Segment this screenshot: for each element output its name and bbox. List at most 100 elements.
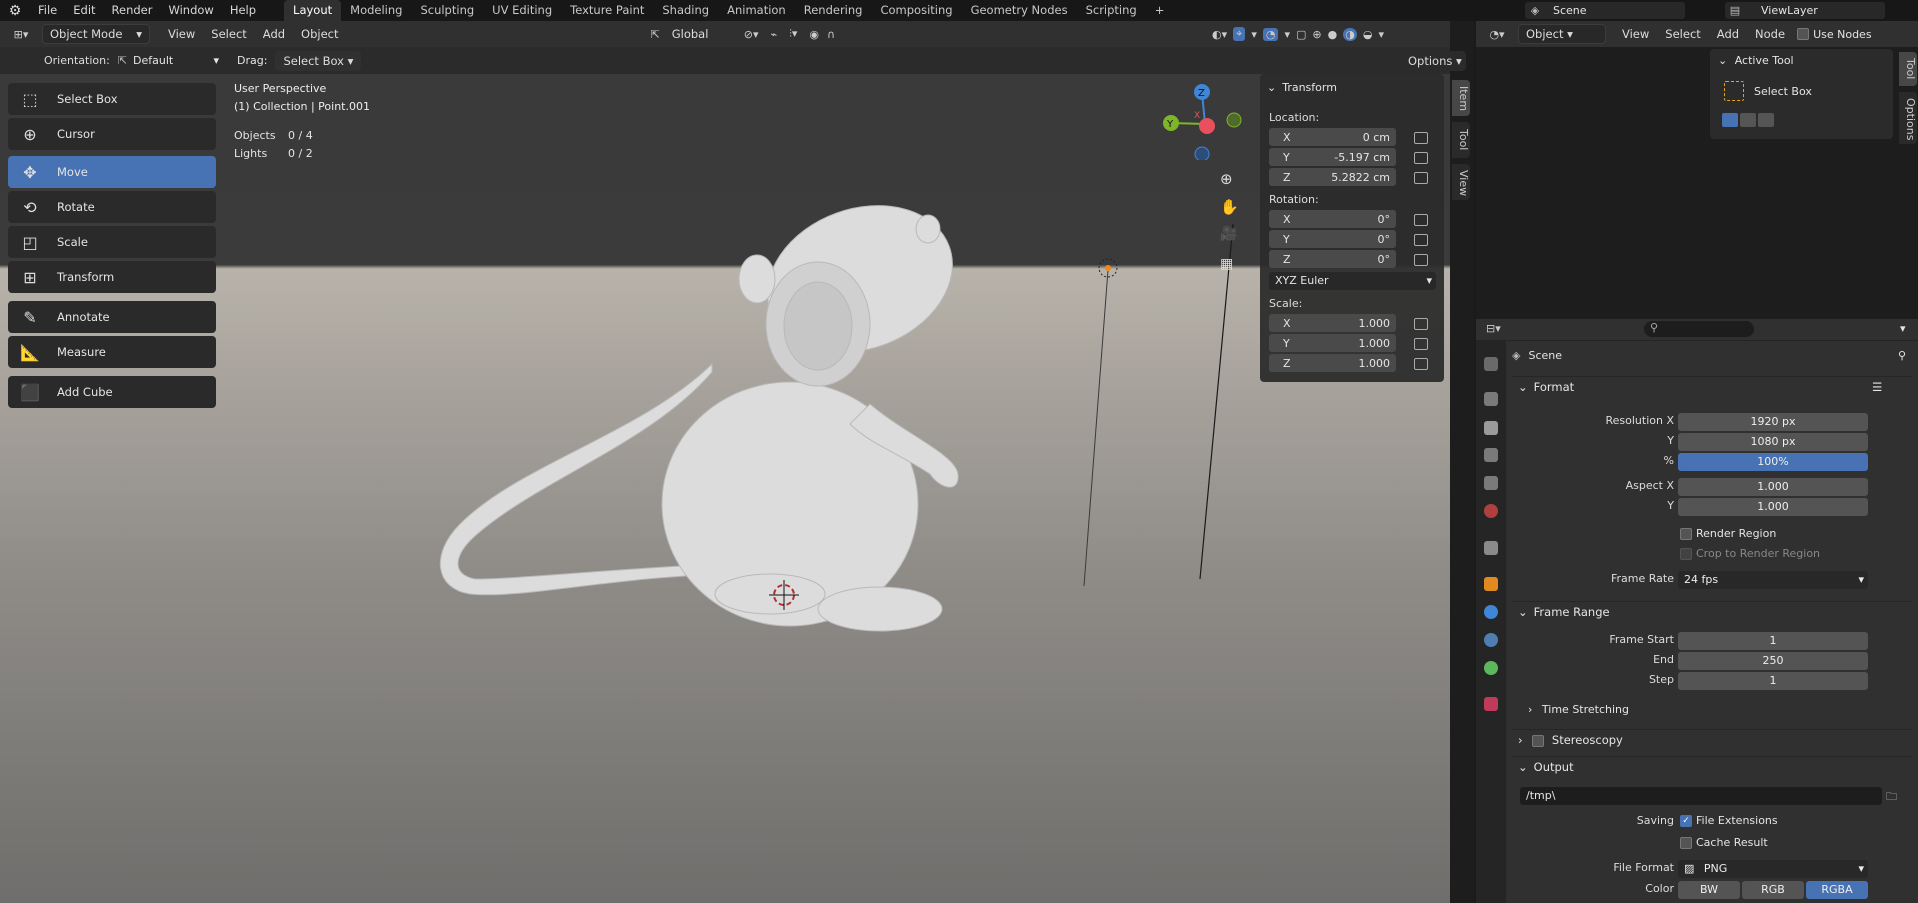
tab-uv-editing[interactable]: UV Editing — [483, 0, 561, 21]
properties-editor-type-icon[interactable]: ⊟▾ — [1486, 322, 1501, 335]
output-path-input[interactable]: /tmp\ — [1520, 787, 1882, 805]
use-nodes-checkbox[interactable] — [1797, 28, 1810, 40]
node-object-dropdown[interactable]: Object ▾ — [1518, 24, 1606, 44]
scene-selector[interactable]: ◈ Scene — [1525, 2, 1685, 19]
add-workspace-button[interactable]: + — [1146, 0, 1174, 21]
viewport-menu-object[interactable]: Object — [293, 27, 346, 41]
crop-region-checkbox[interactable] — [1680, 548, 1692, 560]
view-layer-selector[interactable]: ▤ ViewLayer — [1725, 2, 1885, 19]
lock-icon[interactable] — [1414, 318, 1428, 330]
shading-dropdown-icon[interactable]: ▾ — [1378, 28, 1384, 41]
tab-layout[interactable]: Layout — [284, 0, 342, 21]
scale-x-field[interactable]: X 1.000 — [1269, 314, 1396, 332]
lock-icon[interactable] — [1414, 234, 1428, 246]
scale-z-field[interactable]: Z 1.000 — [1269, 354, 1396, 372]
node-side-tab-options[interactable]: Options — [1899, 92, 1917, 144]
render-properties-icon[interactable] — [1484, 392, 1498, 406]
node-menu-select[interactable]: Select — [1657, 27, 1708, 41]
tool-add-cube[interactable]: ⬛ Add Cube — [8, 376, 216, 408]
node-menu-node[interactable]: Node — [1747, 27, 1793, 41]
menu-edit[interactable]: Edit — [65, 0, 103, 21]
select-mode-subtract-icon[interactable] — [1758, 113, 1774, 127]
drag-dropdown[interactable]: Select Box ▾ — [275, 50, 362, 71]
aspect-y-field[interactable]: 1.000 — [1678, 498, 1868, 516]
3d-viewport[interactable]: User Perspective (1) Collection | Point.… — [0, 74, 1450, 903]
select-mode-extend-icon[interactable] — [1740, 113, 1756, 127]
viewport-menu-add[interactable]: Add — [255, 27, 293, 41]
menu-window[interactable]: Window — [160, 0, 221, 21]
rotation-x-field[interactable]: X 0° — [1269, 210, 1396, 228]
material-shading-icon[interactable]: ◑ — [1343, 27, 1357, 41]
tool-transform[interactable]: ⊞ Transform — [8, 261, 216, 293]
tool-properties-icon[interactable] — [1484, 357, 1498, 371]
tab-texture-paint[interactable]: Texture Paint — [561, 0, 653, 21]
scene-properties-icon[interactable] — [1484, 476, 1498, 490]
viewport-menu-select[interactable]: Select — [203, 27, 254, 41]
file-extensions-checkbox[interactable]: ✓ — [1680, 815, 1692, 827]
lock-icon[interactable] — [1414, 152, 1428, 164]
tab-geometry-nodes[interactable]: Geometry Nodes — [962, 0, 1077, 21]
output-section-header[interactable]: ⌄ Output — [1512, 756, 1912, 776]
overlay-dropdown-icon[interactable]: ▾ — [1284, 28, 1290, 41]
tab-scripting[interactable]: Scripting — [1077, 0, 1146, 21]
gizmo-toggle-icon[interactable]: ⌖ — [1233, 27, 1246, 41]
node-editor-type-icon[interactable]: ◔▾ — [1476, 28, 1518, 41]
frame-rate-dropdown[interactable]: 24 fps ▾ — [1678, 571, 1868, 589]
location-z-field[interactable]: Z 5.2822 cm — [1269, 168, 1396, 186]
proportional-edit-icon[interactable]: ◉ — [805, 28, 823, 41]
gizmo-dropdown-icon[interactable]: ▾ — [1251, 28, 1257, 41]
side-tab-tool[interactable]: Tool — [1452, 122, 1470, 158]
orientation-dropdown[interactable]: Default ▾ — [127, 54, 219, 67]
lock-icon[interactable] — [1414, 358, 1428, 370]
lock-icon[interactable] — [1414, 338, 1428, 350]
ortho-grid-icon[interactable]: ▦ — [1220, 256, 1233, 272]
folder-icon[interactable]: 🗀 — [1886, 788, 1897, 807]
tool-measure[interactable]: 📐 Measure — [8, 336, 216, 368]
menu-render[interactable]: Render — [104, 0, 161, 21]
chevron-down-icon[interactable]: ▾ — [1900, 322, 1906, 335]
tool-annotate[interactable]: ✎ Annotate — [8, 301, 216, 333]
rotation-mode-dropdown[interactable]: XYZ Euler ▾ — [1269, 272, 1436, 290]
rotation-z-field[interactable]: Z 0° — [1269, 250, 1396, 268]
tool-move[interactable]: ✥ Move — [8, 156, 216, 188]
tool-rotate[interactable]: ⟲ Rotate — [8, 191, 216, 223]
resolution-x-field[interactable]: 1920 px — [1678, 413, 1868, 431]
color-bw-button[interactable]: BW — [1678, 881, 1740, 899]
side-tab-item[interactable]: Item — [1452, 80, 1470, 116]
constraints-properties-icon[interactable] — [1484, 633, 1498, 647]
resolution-percent-field[interactable]: 100% — [1678, 453, 1868, 471]
render-region-checkbox[interactable] — [1680, 528, 1692, 540]
world-properties-icon[interactable] — [1484, 504, 1498, 518]
camera-view-icon[interactable]: 🎥 — [1220, 226, 1237, 242]
object-properties-icon[interactable] — [1484, 577, 1498, 591]
viewport-menu-view[interactable]: View — [160, 27, 203, 41]
menu-help[interactable]: Help — [222, 0, 264, 21]
format-section-header[interactable]: ⌄ Format ☰ — [1512, 376, 1912, 396]
location-x-field[interactable]: X 0 cm — [1269, 128, 1396, 146]
tab-shading[interactable]: Shading — [653, 0, 718, 21]
editor-type-icon[interactable]: ⊞▾ — [0, 28, 42, 41]
file-format-dropdown[interactable]: ▨ PNG ▾ — [1678, 860, 1868, 878]
lock-icon[interactable] — [1414, 254, 1428, 266]
pan-hand-icon[interactable]: ✋ — [1220, 198, 1239, 216]
blender-logo-icon[interactable]: ⚙ — [0, 3, 30, 19]
navigation-gizmo[interactable]: Z Y X — [1150, 80, 1250, 160]
tab-sculpting[interactable]: Sculpting — [411, 0, 483, 21]
frame-end-field[interactable]: 250 — [1678, 652, 1868, 670]
lock-icon[interactable] — [1414, 132, 1428, 144]
pin-icon[interactable]: ⚲ — [1898, 349, 1912, 362]
lock-icon[interactable] — [1414, 214, 1428, 226]
tool-cursor[interactable]: ⊕ Cursor — [8, 118, 216, 150]
snap-icon[interactable]: ⌁ — [766, 28, 781, 41]
presets-list-icon[interactable]: ☰ — [1872, 377, 1882, 397]
tab-modeling[interactable]: Modeling — [341, 0, 411, 21]
collection-properties-icon[interactable] — [1484, 541, 1498, 555]
tool-scale[interactable]: ◰ Scale — [8, 226, 216, 258]
tool-select-box[interactable]: ⬚ Select Box — [8, 83, 216, 115]
wireframe-shading-icon[interactable]: ⊕ — [1312, 28, 1321, 41]
object-mode-dropdown[interactable]: Object Mode ▾ — [42, 24, 150, 44]
lock-icon[interactable] — [1414, 172, 1428, 184]
output-properties-icon[interactable] — [1484, 421, 1498, 435]
rendered-shading-icon[interactable]: ◒ — [1363, 28, 1373, 41]
resolution-y-field[interactable]: 1080 px — [1678, 433, 1868, 451]
